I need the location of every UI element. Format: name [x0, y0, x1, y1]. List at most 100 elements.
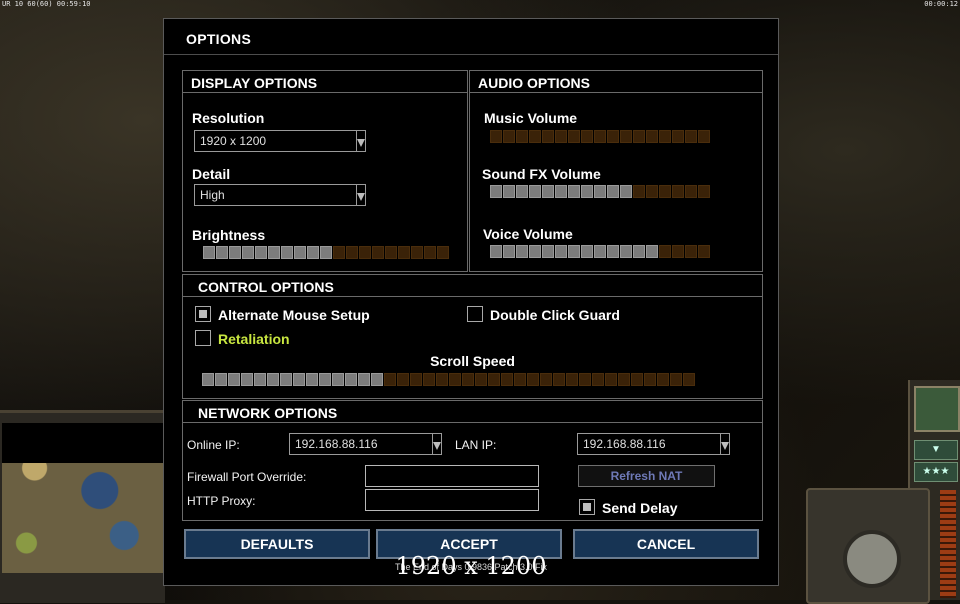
sfx-volume-slider[interactable]: [490, 185, 710, 198]
slider-segment[interactable]: [568, 245, 580, 258]
slider-segment[interactable]: [555, 130, 567, 143]
slider-segment[interactable]: [437, 246, 449, 259]
slider-segment[interactable]: [644, 373, 656, 386]
slider-segment[interactable]: [320, 246, 332, 259]
retaliation-checkbox[interactable]: [195, 330, 211, 346]
slider-segment[interactable]: [424, 246, 436, 259]
slider-segment[interactable]: [646, 185, 658, 198]
slider-segment[interactable]: [594, 130, 606, 143]
slider-segment[interactable]: [501, 373, 513, 386]
slider-segment[interactable]: [646, 130, 658, 143]
slider-segment[interactable]: [527, 373, 539, 386]
slider-segment[interactable]: [553, 373, 565, 386]
slider-segment[interactable]: [594, 185, 606, 198]
stars-rank-icon[interactable]: ★★★: [914, 462, 958, 482]
detail-dropdown[interactable]: High: [194, 184, 366, 206]
slider-segment[interactable]: [228, 373, 240, 386]
slider-segment[interactable]: [698, 185, 710, 198]
slider-segment[interactable]: [490, 245, 502, 258]
slider-segment[interactable]: [410, 373, 422, 386]
slider-segment[interactable]: [581, 130, 593, 143]
slider-segment[interactable]: [698, 130, 710, 143]
slider-segment[interactable]: [516, 130, 528, 143]
slider-segment[interactable]: [281, 246, 293, 259]
slider-segment[interactable]: [319, 373, 331, 386]
double-click-guard-checkbox[interactable]: [467, 306, 483, 322]
slider-segment[interactable]: [229, 246, 241, 259]
firewall-port-input[interactable]: [365, 465, 539, 487]
slider-segment[interactable]: [462, 373, 474, 386]
slider-segment[interactable]: [398, 246, 410, 259]
generals-emblem-icon[interactable]: [914, 386, 960, 432]
online-ip-dropdown[interactable]: 192.168.88.116: [289, 433, 442, 455]
slider-segment[interactable]: [672, 185, 684, 198]
slider-segment[interactable]: [503, 185, 515, 198]
slider-segment[interactable]: [592, 373, 604, 386]
slider-segment[interactable]: [216, 246, 228, 259]
slider-segment[interactable]: [333, 246, 345, 259]
slider-segment[interactable]: [594, 245, 606, 258]
slider-segment[interactable]: [359, 246, 371, 259]
slider-segment[interactable]: [423, 373, 435, 386]
slider-segment[interactable]: [293, 373, 305, 386]
alternate-mouse-checkbox[interactable]: [195, 306, 211, 322]
slider-segment[interactable]: [490, 185, 502, 198]
slider-segment[interactable]: [698, 245, 710, 258]
slider-segment[interactable]: [488, 373, 500, 386]
slider-segment[interactable]: [215, 373, 227, 386]
slider-segment[interactable]: [516, 245, 528, 258]
resolution-dropdown[interactable]: 1920 x 1200: [194, 130, 366, 152]
slider-segment[interactable]: [358, 373, 370, 386]
slider-segment[interactable]: [659, 185, 671, 198]
slider-segment[interactable]: [607, 185, 619, 198]
slider-segment[interactable]: [202, 373, 214, 386]
slider-segment[interactable]: [203, 246, 215, 259]
chevron-down-icon[interactable]: [356, 130, 366, 152]
slider-segment[interactable]: [385, 246, 397, 259]
send-delay-checkbox[interactable]: [579, 499, 595, 515]
slider-segment[interactable]: [672, 245, 684, 258]
slider-segment[interactable]: [475, 373, 487, 386]
slider-segment[interactable]: [620, 185, 632, 198]
slider-segment[interactable]: [529, 245, 541, 258]
http-proxy-input[interactable]: [365, 489, 539, 511]
slider-segment[interactable]: [306, 373, 318, 386]
slider-segment[interactable]: [657, 373, 669, 386]
slider-segment[interactable]: [633, 185, 645, 198]
chevron-down-icon[interactable]: ▼: [914, 440, 958, 460]
slider-segment[interactable]: [255, 246, 267, 259]
slider-segment[interactable]: [685, 185, 697, 198]
slider-segment[interactable]: [294, 246, 306, 259]
slider-segment[interactable]: [307, 246, 319, 259]
refresh-nat-button[interactable]: Refresh NAT: [578, 465, 715, 487]
slider-segment[interactable]: [683, 373, 695, 386]
slider-segment[interactable]: [568, 130, 580, 143]
slider-segment[interactable]: [449, 373, 461, 386]
slider-segment[interactable]: [581, 185, 593, 198]
slider-segment[interactable]: [490, 130, 502, 143]
voice-volume-slider[interactable]: [490, 245, 710, 258]
scroll-speed-slider[interactable]: [202, 373, 695, 386]
slider-segment[interactable]: [659, 130, 671, 143]
slider-segment[interactable]: [605, 373, 617, 386]
slider-segment[interactable]: [685, 245, 697, 258]
slider-segment[interactable]: [542, 245, 554, 258]
slider-segment[interactable]: [633, 245, 645, 258]
slider-segment[interactable]: [646, 245, 658, 258]
slider-segment[interactable]: [267, 373, 279, 386]
slider-segment[interactable]: [685, 130, 697, 143]
slider-segment[interactable]: [540, 373, 552, 386]
music-volume-slider[interactable]: [490, 130, 710, 143]
slider-segment[interactable]: [555, 185, 567, 198]
brightness-slider[interactable]: [203, 246, 449, 259]
slider-segment[interactable]: [631, 373, 643, 386]
slider-segment[interactable]: [411, 246, 423, 259]
slider-segment[interactable]: [529, 130, 541, 143]
lan-ip-dropdown[interactable]: 192.168.88.116: [577, 433, 730, 455]
slider-segment[interactable]: [542, 130, 554, 143]
slider-segment[interactable]: [268, 246, 280, 259]
slider-segment[interactable]: [633, 130, 645, 143]
slider-segment[interactable]: [516, 185, 528, 198]
slider-segment[interactable]: [670, 373, 682, 386]
slider-segment[interactable]: [579, 373, 591, 386]
